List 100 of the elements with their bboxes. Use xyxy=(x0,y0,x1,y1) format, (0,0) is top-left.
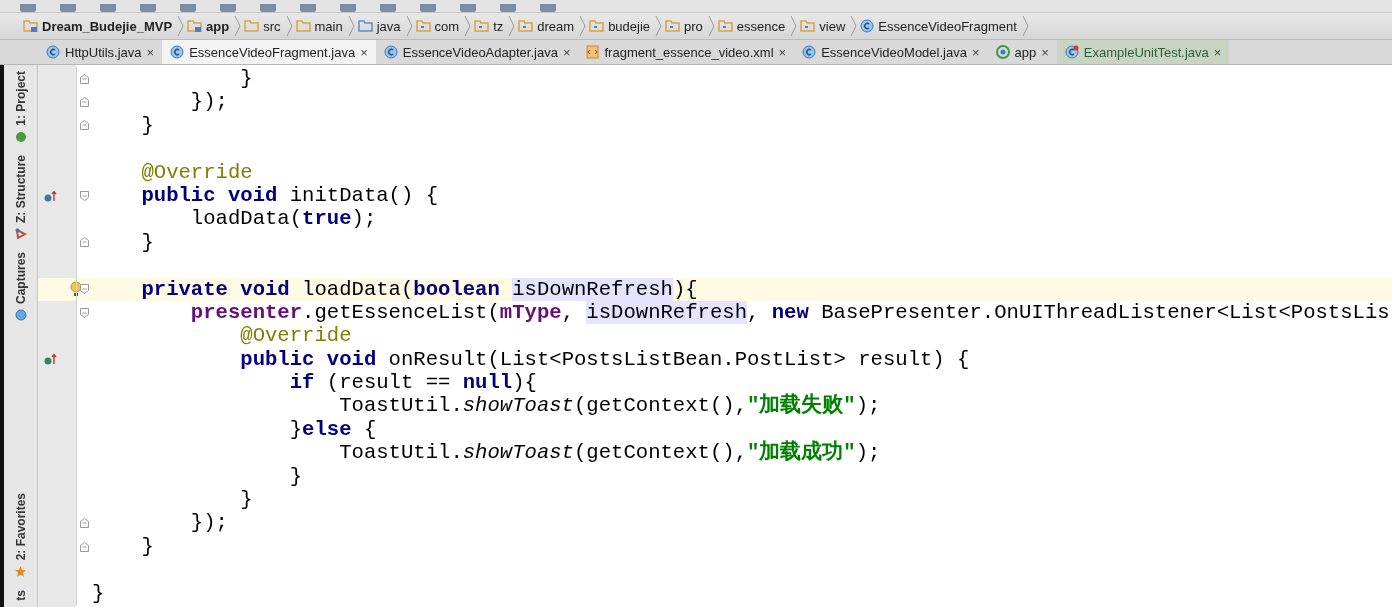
fold-end-icon[interactable] xyxy=(80,518,89,529)
class-icon xyxy=(802,45,817,59)
breadcrumb-item[interactable]: pro xyxy=(662,18,708,34)
override-marker-icon[interactable] xyxy=(44,353,58,366)
breadcrumb-separator-icon xyxy=(790,14,798,38)
code-line: }else { xyxy=(288,417,377,442)
fold-end-icon[interactable] xyxy=(80,541,89,552)
editor-tab[interactable]: ExampleUnitTest.java × xyxy=(1056,40,1230,64)
breadcrumb-item[interactable]: Dream_Budejie_MVP xyxy=(20,18,178,34)
breadcrumb-separator-icon xyxy=(177,14,185,38)
code-line: } xyxy=(140,230,154,255)
breadcrumb-item[interactable]: main xyxy=(292,18,348,34)
close-icon[interactable]: × xyxy=(562,44,571,60)
tool-window-tab[interactable]: ts xyxy=(13,590,28,601)
override-marker-icon[interactable] xyxy=(44,189,58,202)
close-icon[interactable]: × xyxy=(146,44,155,60)
code-line: ToastUtil.showToast(getContext(),"加载失败"); xyxy=(338,394,881,418)
folder-icon xyxy=(244,20,260,32)
breadcrumb-item[interactable]: EssenceVideoFragment xyxy=(857,18,1022,34)
fold-marker-icon[interactable] xyxy=(80,307,89,318)
code-line: private void loadData(boolean isDownRefresh){ xyxy=(140,277,698,301)
tool-window-tab[interactable]: 2: Favorites xyxy=(13,492,28,561)
breadcrumb-separator-icon xyxy=(234,14,242,38)
breadcrumb-item[interactable]: java xyxy=(354,18,406,34)
folder-icon xyxy=(665,20,681,32)
breadcrumb-item[interactable]: app xyxy=(184,18,235,34)
fold-end-icon[interactable] xyxy=(80,120,89,131)
folder-icon xyxy=(295,20,311,32)
toolbar-icon[interactable] xyxy=(20,4,36,12)
folder-icon xyxy=(589,20,605,32)
tool-window-tab[interactable]: Captures xyxy=(13,251,28,304)
breadcrumb-item[interactable]: budejie xyxy=(586,18,656,34)
module-icon xyxy=(995,45,1010,59)
close-icon[interactable]: × xyxy=(360,44,368,60)
breadcrumb-separator-icon xyxy=(1021,14,1029,38)
breadcrumb-separator-icon xyxy=(655,14,663,38)
breadcrumb-item[interactable]: essence xyxy=(714,18,791,34)
breadcrumb-item[interactable]: com xyxy=(412,18,465,34)
toolbar-icon[interactable] xyxy=(60,4,76,12)
code-line: }); xyxy=(189,90,228,114)
close-icon[interactable]: × xyxy=(1041,44,1049,60)
breadcrumb-separator-icon xyxy=(464,14,472,38)
editor-tab[interactable]: EssenceVideoFragment.java × xyxy=(162,40,376,64)
toolbar-icon[interactable] xyxy=(100,4,116,12)
close-icon[interactable]: × xyxy=(778,44,787,60)
xml-file-icon xyxy=(586,45,600,59)
folder-icon xyxy=(717,20,733,32)
toolbar-icon[interactable] xyxy=(180,4,196,12)
folder-icon xyxy=(518,20,534,32)
code-line: loadData(true); xyxy=(189,207,377,231)
class-icon xyxy=(170,45,185,59)
breadcrumb-separator-icon xyxy=(405,14,413,38)
fold-end-icon[interactable] xyxy=(80,73,89,84)
breadcrumb-item[interactable]: src xyxy=(241,18,286,34)
breadcrumb-separator-icon xyxy=(347,14,355,38)
folder-icon xyxy=(474,20,490,32)
folder-icon xyxy=(357,20,373,32)
tool-window-tab[interactable]: 1: Project xyxy=(13,71,28,126)
code-line: if (result == null){ xyxy=(288,371,537,395)
code-editor[interactable] xyxy=(38,65,1392,607)
toolbar-icon[interactable] xyxy=(540,4,556,12)
toolbar-icon[interactable] xyxy=(500,4,516,12)
toolbar-icon[interactable] xyxy=(140,4,156,12)
structure-icon xyxy=(14,227,27,240)
tool-window-tab[interactable]: Z: Structure xyxy=(13,154,28,223)
class-icon xyxy=(860,19,875,33)
code-line: } xyxy=(239,67,253,91)
code-line: public void initData() { xyxy=(140,183,439,208)
code-line: @Override xyxy=(239,324,352,348)
star-icon xyxy=(14,565,27,579)
toolbar-icon[interactable] xyxy=(260,4,276,12)
breadcrumb-item[interactable]: tz xyxy=(471,18,509,34)
fold-end-icon[interactable] xyxy=(80,237,89,248)
code-line: @Override xyxy=(140,160,253,184)
code-line: public void onResult(List<PostsListBean.PostList> result) { xyxy=(239,347,970,372)
close-icon[interactable]: × xyxy=(971,44,980,60)
fold-end-icon[interactable] xyxy=(80,97,89,108)
code-line: } xyxy=(140,534,154,559)
toolbar-icon[interactable] xyxy=(380,4,396,12)
code-line: ToastUtil.showToast(getContext(),"加载成功"); xyxy=(338,441,881,465)
toolbar-icon[interactable] xyxy=(460,4,476,12)
code-line: presenter.getEssenceList(mType, isDownRefresh, new BasePresenter.OnUIThreadListener<List<PostsLis xyxy=(189,300,1390,325)
breadcrumb-separator-icon xyxy=(508,14,516,38)
toolbar-icon[interactable] xyxy=(420,4,436,12)
toolbar-icon[interactable] xyxy=(300,4,316,12)
fold-marker-icon[interactable] xyxy=(80,284,89,295)
class-icon xyxy=(1064,45,1079,59)
class-icon xyxy=(46,45,60,59)
breadcrumb-item[interactable]: dream xyxy=(515,18,580,34)
breadcrumb-item[interactable]: view xyxy=(797,18,851,34)
toolbar-icon[interactable] xyxy=(340,4,356,12)
toolbar-icon[interactable] xyxy=(220,4,236,12)
breadcrumb-separator-icon xyxy=(850,14,858,38)
class-icon xyxy=(383,45,398,59)
breadcrumb-separator-icon xyxy=(579,14,587,38)
close-icon[interactable]: × xyxy=(1213,44,1222,60)
code-line: } xyxy=(239,488,253,512)
code-line: } xyxy=(92,581,105,605)
fold-marker-icon[interactable] xyxy=(80,190,89,201)
folder-icon xyxy=(23,20,38,32)
